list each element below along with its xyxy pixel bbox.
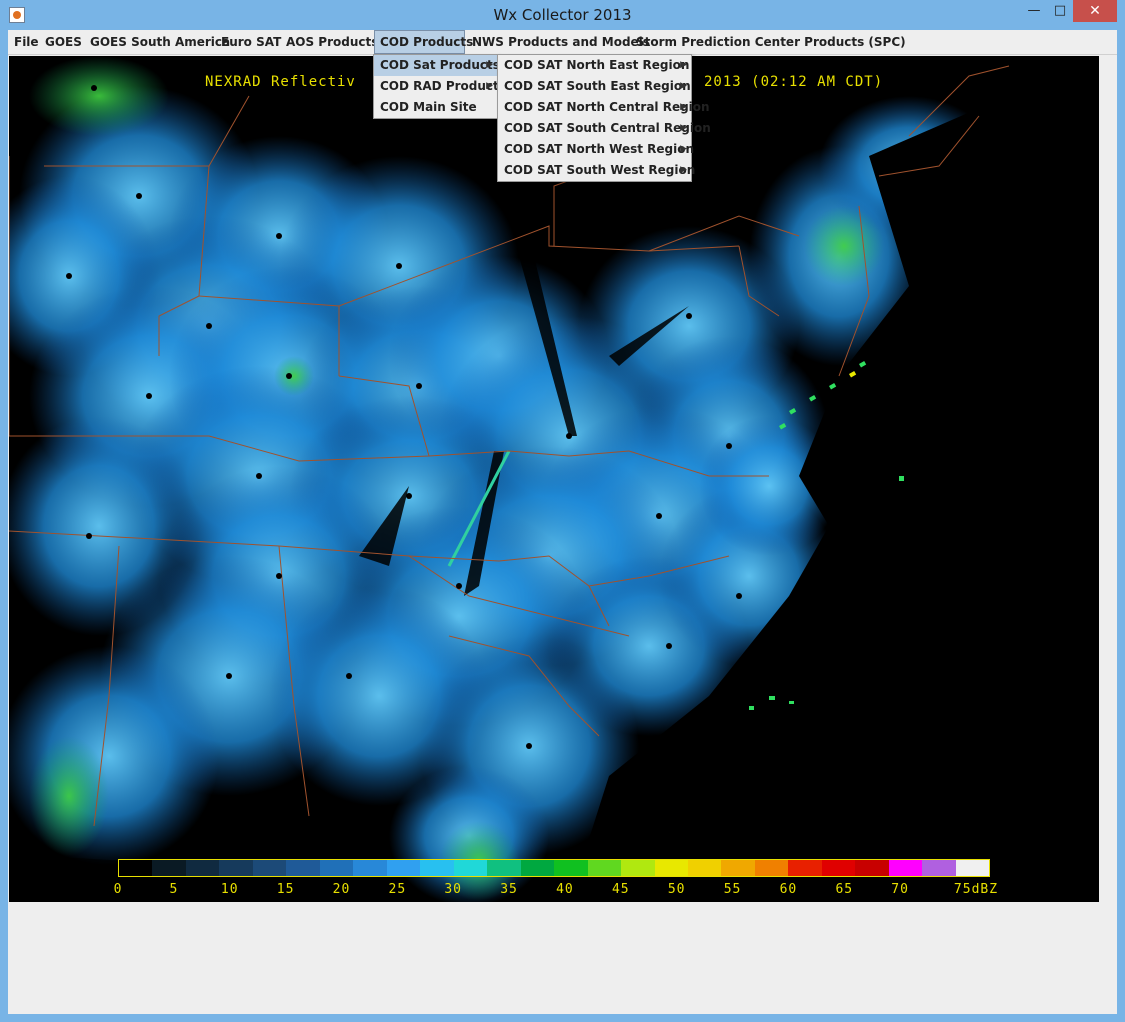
submenu-arrow-icon: ▶ (680, 123, 687, 133)
scale-swatch (119, 860, 153, 876)
scale-label: 55 (723, 882, 742, 897)
close-button[interactable]: ✕ (1073, 0, 1117, 22)
scale-swatch (554, 860, 588, 876)
scale-swatch (855, 860, 889, 876)
menu-bar: File GOES GOES South America Euro SAT AO… (8, 30, 1117, 55)
dbz-color-scale (118, 859, 990, 877)
submenu-arrow-icon: ▶ (680, 165, 687, 175)
scale-label: 20 (332, 882, 351, 897)
menu-aos-products[interactable]: AOS Products (281, 30, 383, 54)
menu-item-label: COD Sat Products (380, 58, 500, 72)
scale-swatch (788, 860, 822, 876)
menu-goes-south-america[interactable]: GOES South America (85, 30, 235, 54)
map-title-right: 2013 (02:12 AM CDT) (704, 74, 884, 90)
menu-item-cod-rad-products[interactable]: COD RAD Products ▶ (374, 76, 506, 97)
menu-item-cod-sat-north-west[interactable]: COD SAT North West Region ▶ (498, 139, 695, 160)
menu-item-cod-sat-south-east[interactable]: COD SAT South East Region ▶ (498, 76, 691, 97)
scale-swatch (420, 860, 454, 876)
menu-item-cod-sat-products[interactable]: COD Sat Products ▶ (374, 55, 500, 76)
submenu-arrow-icon: ▶ (486, 60, 493, 70)
application-window: Wx Collector 2013 — □ ✕ File GOES GOES S… (0, 0, 1125, 1022)
menu-cod-products[interactable]: COD Products (374, 30, 473, 54)
maximize-button[interactable]: □ (1046, 0, 1074, 22)
cod-sat-submenu: COD SAT North East Region ▶ COD SAT Sout… (497, 54, 711, 182)
scale-swatch (922, 860, 956, 876)
scale-swatch (687, 860, 722, 876)
menu-file[interactable]: File (9, 30, 44, 54)
minimize-button[interactable]: — (1020, 0, 1048, 22)
menu-item-label: COD SAT North Central Region (504, 100, 710, 114)
scale-swatch (721, 860, 755, 876)
scale-swatch (821, 860, 856, 876)
scale-label: 60 (779, 882, 798, 897)
menu-item-label: COD Main Site (380, 100, 477, 114)
scale-label: 40 (556, 882, 574, 897)
submenu-arrow-icon: ▶ (486, 81, 493, 91)
scale-swatch (453, 860, 488, 876)
menu-spc-products[interactable]: Storm Prediction Center Products (SPC) (631, 30, 911, 54)
scale-swatch (219, 860, 253, 876)
scale-label: 15 (276, 882, 295, 897)
scale-swatch (955, 860, 990, 876)
scale-label: 65 (835, 882, 854, 897)
menu-goes[interactable]: GOES (40, 30, 87, 54)
title-bar[interactable]: Wx Collector 2013 — □ ✕ (0, 0, 1125, 30)
menu-nws-products-and-models[interactable]: NWS Products and Models (467, 30, 655, 54)
scale-label: 35 (500, 882, 518, 897)
scale-swatch (152, 860, 186, 876)
menu-item-label: COD SAT South West Region (504, 163, 696, 177)
scale-label: 75dBZ (953, 882, 999, 897)
radar-map: NEXRAD Reflectiv 2013 (02:12 AM CDT) 0 5 1… (9, 56, 1099, 902)
map-title-left: NEXRAD Reflectiv (205, 74, 356, 90)
menu-item-cod-main-site[interactable]: COD Main Site (374, 97, 497, 118)
menu-item-cod-sat-south-west[interactable]: COD SAT South West Region ▶ (498, 160, 695, 181)
scale-label: 10 (220, 882, 239, 897)
scale-swatch (520, 860, 555, 876)
menu-item-label: COD SAT North East Region (504, 58, 690, 72)
submenu-arrow-icon: ▶ (680, 102, 687, 112)
scale-label: 70 (891, 882, 909, 897)
scale-label: 30 (444, 882, 463, 897)
submenu-arrow-icon: ▶ (680, 81, 687, 91)
scale-swatch (654, 860, 688, 876)
window-title: Wx Collector 2013 (493, 6, 632, 24)
scale-label: 5 (169, 882, 179, 897)
cod-products-menu: COD Sat Products ▶ COD RAD Products ▶ CO… (373, 54, 506, 119)
scale-label: 25 (388, 882, 407, 897)
scale-swatch (286, 860, 320, 876)
scale-swatch (386, 860, 421, 876)
scale-swatch (319, 860, 354, 876)
menu-euro-sat[interactable]: Euro SAT (216, 30, 286, 54)
menu-item-cod-sat-north-central[interactable]: COD SAT North Central Region ▶ (498, 97, 710, 118)
menu-item-label: COD SAT South East Region (504, 79, 691, 93)
dbz-scale-labels: 0 5 10 15 20 25 30 35 40 45 50 55 60 65 70 75dBZ (9, 882, 1099, 898)
scale-swatch (621, 860, 655, 876)
menu-item-label: COD SAT North West Region (504, 142, 695, 156)
scale-label: 45 (611, 882, 630, 897)
scale-label: 0 (113, 882, 123, 897)
scale-swatch (185, 860, 220, 876)
submenu-arrow-icon: ▶ (680, 60, 687, 70)
scale-swatch (353, 860, 387, 876)
scale-swatch (252, 860, 287, 876)
scale-swatch (754, 860, 789, 876)
scale-swatch (587, 860, 622, 876)
submenu-arrow-icon: ▶ (680, 144, 687, 154)
menu-item-cod-sat-south-central[interactable]: COD SAT South Central Region ▶ (498, 118, 711, 139)
radar-image (9, 56, 1099, 902)
menu-item-cod-sat-north-east[interactable]: COD SAT North East Region ▶ (498, 55, 691, 76)
scale-swatch (487, 860, 521, 876)
scale-swatch (888, 860, 923, 876)
scale-label: 50 (667, 882, 686, 897)
